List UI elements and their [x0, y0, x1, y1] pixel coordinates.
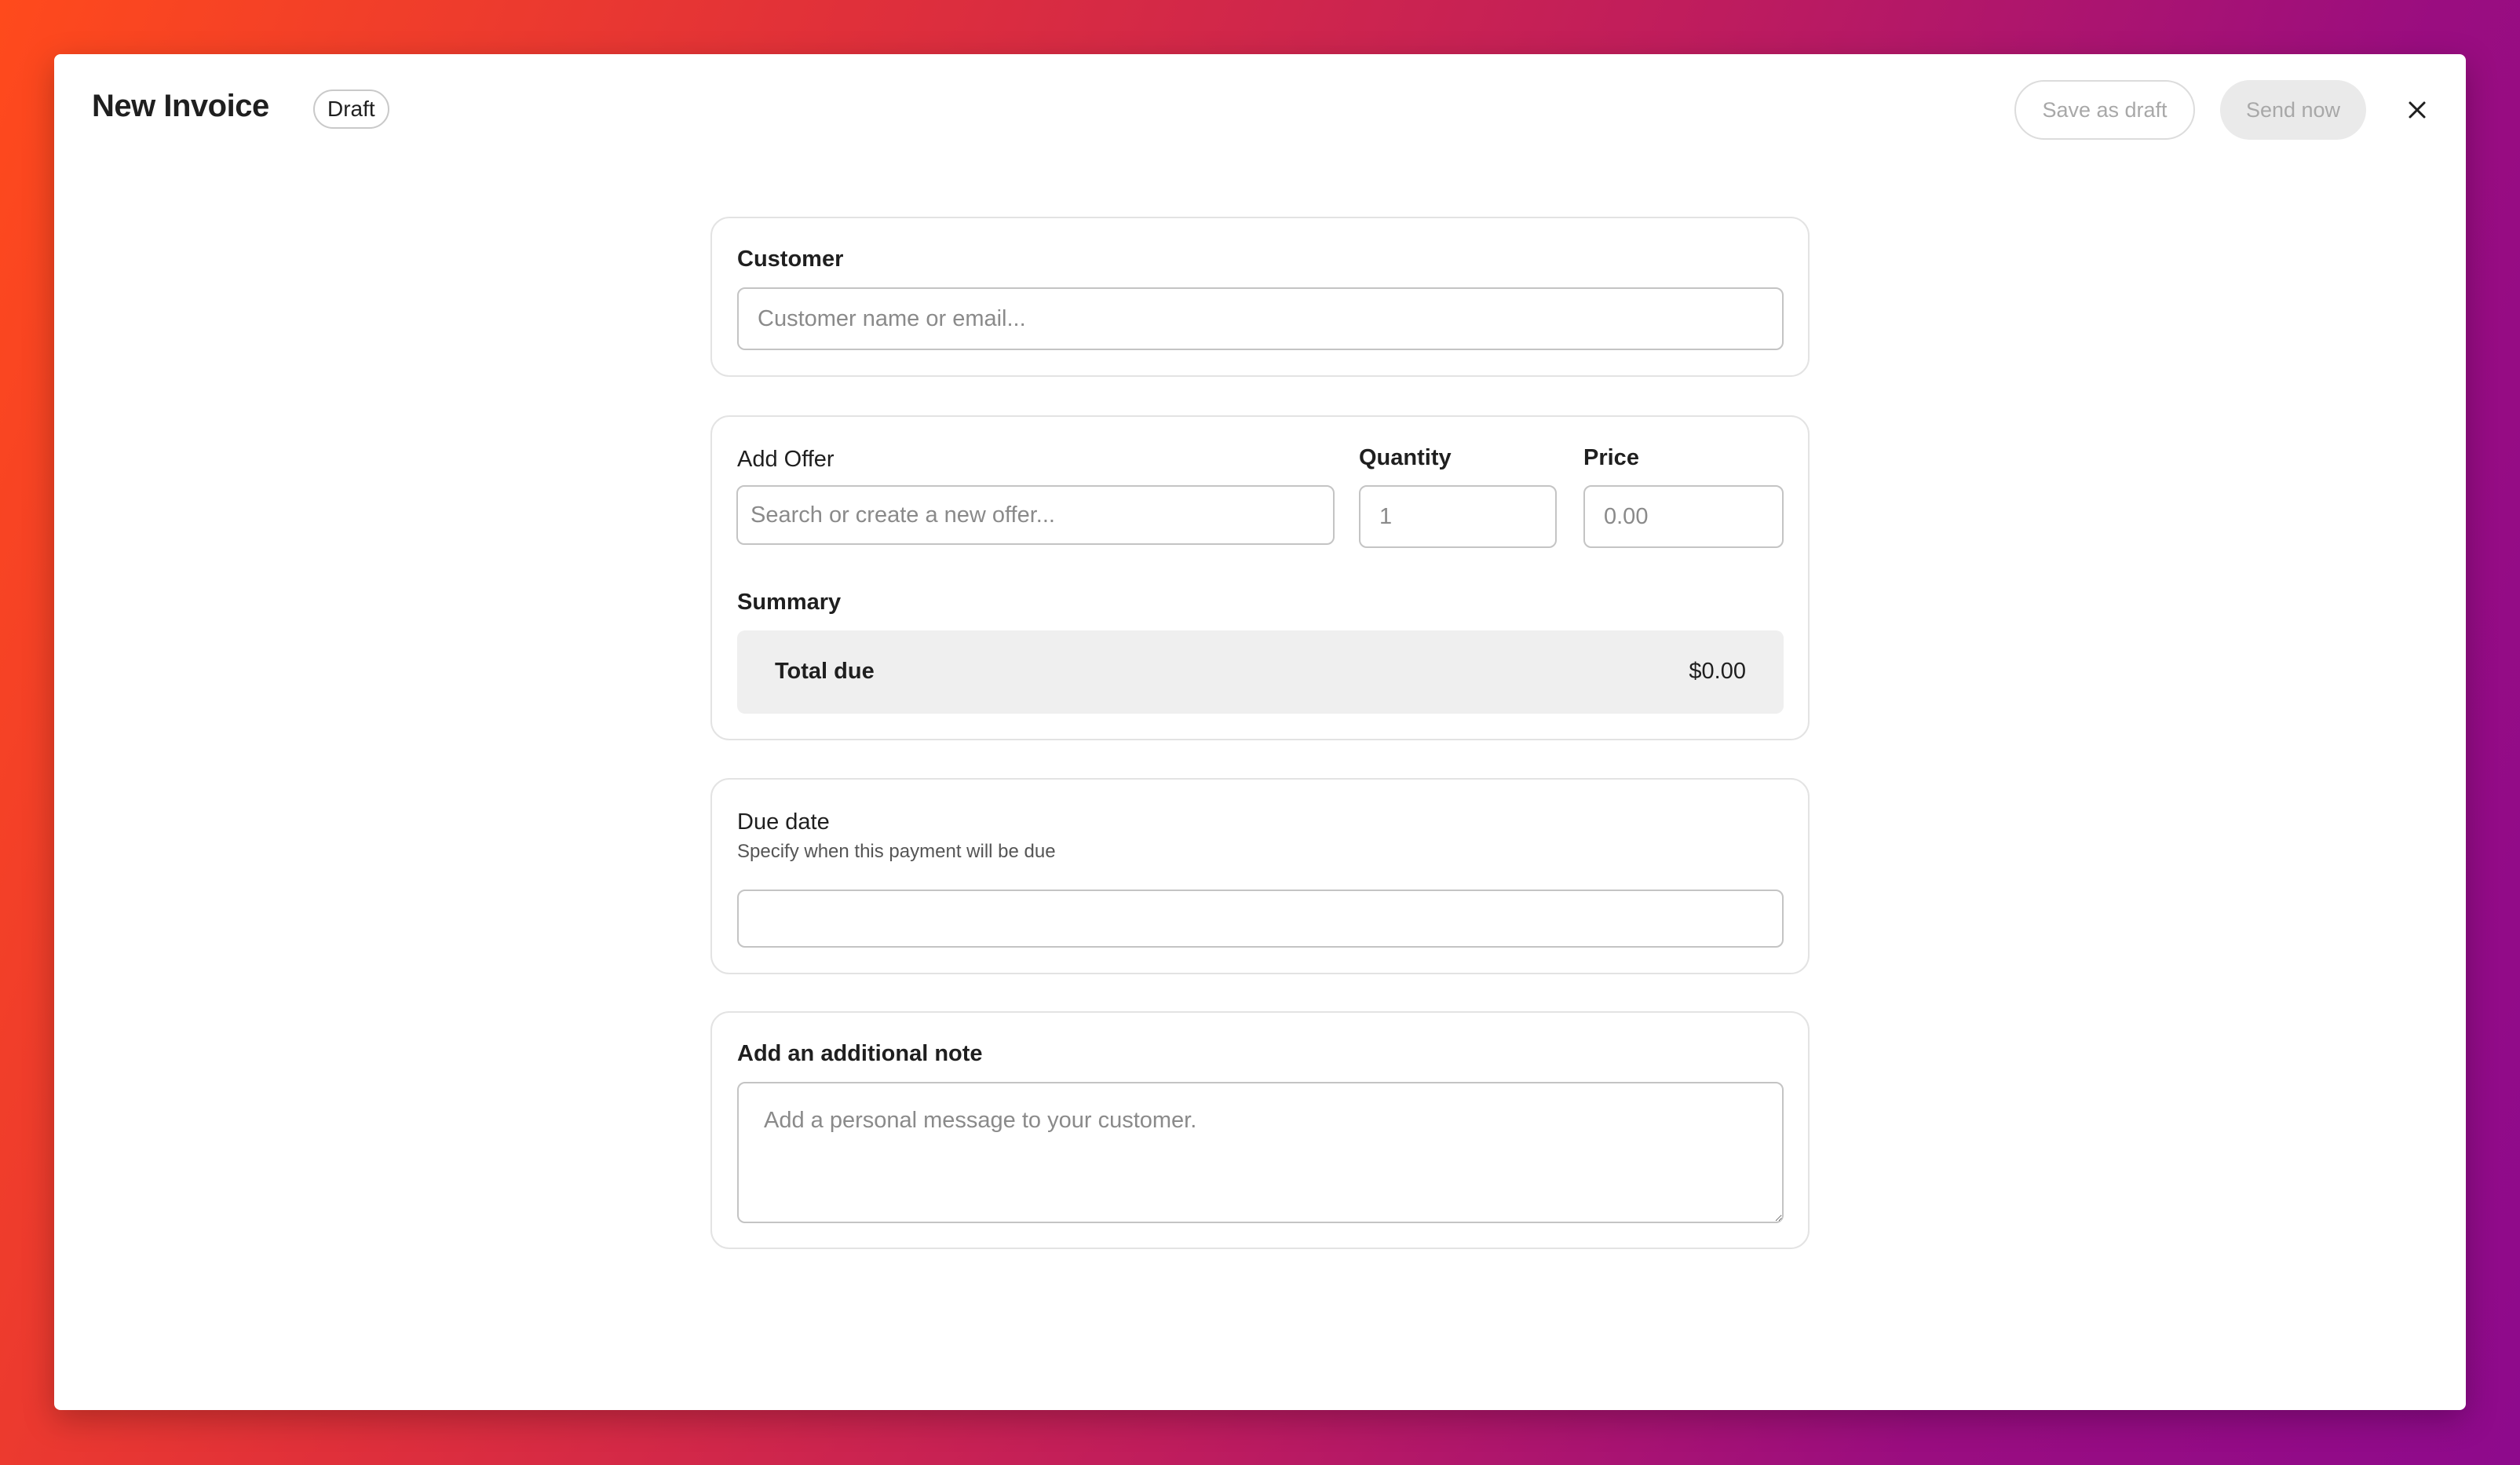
close-icon	[2409, 101, 2426, 119]
customer-input[interactable]	[737, 287, 1784, 350]
invoice-dialog: New Invoice Draft Save as draft Send now…	[54, 54, 2466, 1410]
due-date-card: Due date Specify when this payment will …	[710, 778, 1810, 974]
add-offer-label: Add Offer	[737, 447, 835, 472]
note-textarea[interactable]	[737, 1082, 1784, 1223]
due-date-label: Due date	[737, 809, 830, 835]
status-badge: Draft	[313, 90, 389, 129]
price-input[interactable]	[1583, 485, 1784, 548]
quantity-input[interactable]	[1359, 485, 1557, 548]
save-as-draft-button[interactable]: Save as draft	[2014, 80, 2195, 140]
page-title: New Invoice	[92, 89, 269, 123]
offer-card: Add Offer Quantity Price Summary Total d…	[710, 415, 1810, 740]
offer-search-input[interactable]	[736, 485, 1335, 545]
summary-label: Summary	[737, 590, 842, 615]
due-date-description: Specify when this payment will be due	[737, 841, 1056, 862]
summary-box: Total due $0.00	[737, 630, 1784, 714]
total-due-value: $0.00	[1689, 659, 1746, 684]
dialog-header: New Invoice Draft Save as draft Send now	[54, 54, 2466, 164]
total-due-label: Total due	[775, 659, 875, 684]
note-card: Add an additional note	[710, 1011, 1810, 1249]
due-date-input[interactable]	[737, 890, 1784, 948]
close-button[interactable]	[2399, 92, 2435, 128]
note-label: Add an additional note	[737, 1041, 983, 1066]
quantity-label: Quantity	[1359, 445, 1452, 470]
customer-card: Customer	[710, 217, 1810, 377]
customer-label: Customer	[737, 247, 844, 272]
send-now-button[interactable]: Send now	[2220, 80, 2366, 140]
price-label: Price	[1583, 445, 1639, 470]
